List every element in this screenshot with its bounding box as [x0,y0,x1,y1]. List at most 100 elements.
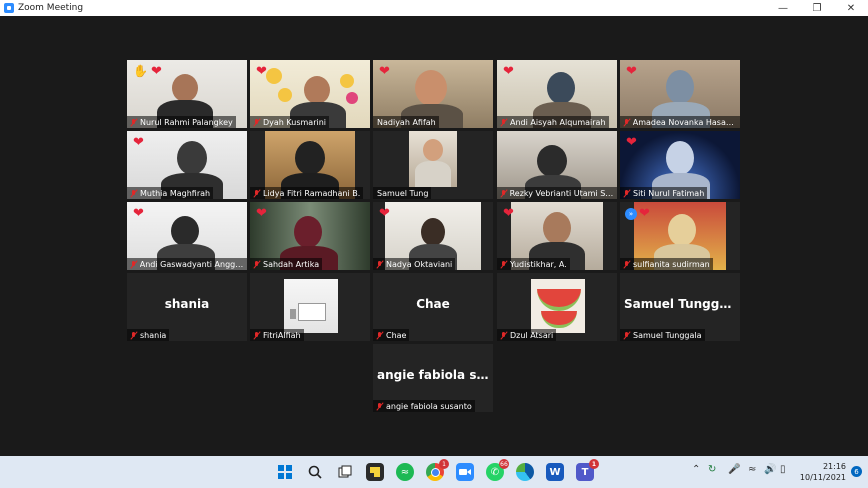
whatsapp-badge: 66 [499,459,509,469]
participant-name: Nadiyah Afifah [377,117,436,127]
participant-tile[interactable]: ✋ ❤ Nurul Rahmi Palangkey [127,60,247,128]
participant-name: Samuel Tunggala [633,330,702,340]
microphone-icon[interactable]: 🎤 [728,464,740,475]
participant-name: Samuel Tung [377,188,429,198]
participant-name: Yudistikhar, A. [510,259,567,269]
participant-namebar: Andi Aisyah Alqumairah [497,116,609,128]
heart-reaction-icon: ❤ [256,206,267,221]
muted-mic-icon [622,189,631,198]
participant-namebar: Sahdah Artika [250,258,323,270]
heart-reaction-icon: ❤ [503,64,514,79]
chrome-icon[interactable]: 1 [426,459,449,481]
word-icon[interactable]: W [546,463,564,481]
widgets-icon[interactable] [366,463,384,481]
participant-namebar: FitriAlfiah [250,329,304,341]
zoom-app-icon [4,3,14,13]
participant-tile[interactable]: ❤ Yudistikhar, A. [497,202,617,270]
participant-name: shania [140,330,167,340]
participant-tile[interactable]: angie fabiola su... angie fabiola susant… [373,344,493,412]
participant-name: Nadya Oktaviani [386,259,453,269]
close-button[interactable]: ✕ [834,0,868,16]
muted-mic-icon [622,260,631,269]
participant-namebar: Andi Gaswadyanti Angge... [127,258,247,270]
clock-date: 10/11/2021 [799,473,846,482]
participant-tile[interactable]: Dzul Atsari [497,273,617,341]
participant-namebar: Nurul Rahmi Palangkey [127,116,236,128]
participant-namebar: Nadya Oktaviani [373,258,456,270]
notification-center-badge[interactable]: 6 [851,466,862,477]
participant-display-name: Chae [416,297,450,311]
participant-tile[interactable]: Samuel Tung [373,131,493,199]
participant-tile[interactable]: Rezky Vebrianti Utami Sul... [497,131,617,199]
participant-namebar: shania [127,329,170,341]
participant-namebar: Rezky Vebrianti Utami Sul... [497,187,617,199]
participant-tile[interactable]: FitriAlfiah [250,273,370,341]
participant-namebar: Chae [373,329,410,341]
participant-tile[interactable]: Lidya Fitri Ramadhani B. [250,131,370,199]
participant-tile[interactable]: Chae Chae [373,273,493,341]
windows-taskbar: ≈ 1 ✆ 66 W T 1 ⌃ ↻ 🎤 ≈ 🔊 ▯ 21:16 10/11/2… [0,456,868,488]
participant-tile[interactable]: » ❤ sulfianita sudirman [620,202,740,270]
participant-namebar: Yudistikhar, A. [497,258,570,270]
active-speaker-tile[interactable]: ❤ Nadiyah Afifah [373,60,493,128]
whatsapp-icon[interactable]: ✆ 66 [486,459,509,481]
chevron-up-icon[interactable]: ⌃ [692,464,700,475]
participant-name: Rezky Vebrianti Utami Sul... [509,188,615,198]
muted-mic-icon [499,189,508,198]
participant-tile[interactable]: shania shania [127,273,247,341]
maximize-button[interactable]: ❐ [800,0,834,16]
participant-tile[interactable]: ❤ Amadea Novanka Hasanah [620,60,740,128]
participant-name: Nurul Rahmi Palangkey [140,117,233,127]
muted-mic-icon [252,118,261,127]
spotlight-icon: » [625,208,637,220]
participant-name: Sahdah Artika [263,259,320,269]
edge-icon[interactable] [516,463,534,481]
participant-tile[interactable]: ❤ Siti Nurul Fatimah [620,131,740,199]
participant-name: sulfianita sudirman [633,259,710,269]
participant-namebar: Siti Nurul Fatimah [620,187,708,199]
wifi-icon[interactable]: ≈ [748,464,756,475]
spotify-icon[interactable]: ≈ [396,463,414,481]
participant-tile[interactable]: Samuel Tunggala Samuel Tunggala [620,273,740,341]
participant-name: FitriAlfiah [263,330,301,340]
battery-icon[interactable]: ▯ [780,464,786,475]
heart-reaction-icon: ❤ [379,64,390,79]
muted-mic-icon [375,331,384,340]
participant-name: Dyah Kusmarini [263,117,326,127]
heart-reaction-icon: ❤ [256,64,267,79]
profile-picture [531,279,585,333]
participant-namebar: Muthia Maghfirah [127,187,214,199]
participant-namebar: Samuel Tung [373,187,432,199]
participant-namebar: Dyah Kusmarini [250,116,329,128]
system-clock[interactable]: 21:16 10/11/2021 [800,461,846,483]
participant-name: Andi Gaswadyanti Angge... [139,259,245,269]
muted-mic-icon [499,260,508,269]
participant-namebar: Amadea Novanka Hasanah [620,116,740,128]
sync-icon[interactable]: ↻ [708,464,716,475]
muted-mic-icon [622,331,631,340]
start-button[interactable] [276,463,294,481]
window-controls: — ❐ ✕ [766,0,868,16]
participant-tile[interactable]: ❤ Andi Aisyah Alqumairah [497,60,617,128]
participant-namebar: angie fabiola susanto [373,400,475,412]
muted-mic-icon [622,118,631,127]
teams-badge: 1 [589,459,599,469]
participant-tile[interactable]: ❤ Sahdah Artika [250,202,370,270]
zoom-taskbar-icon[interactable] [456,463,474,481]
heart-reaction-icon: ❤ [626,64,637,79]
muted-mic-icon [252,189,261,198]
teams-icon[interactable]: T 1 [576,459,599,481]
participant-tile[interactable]: ❤ Muthia Maghfirah [127,131,247,199]
minimize-button[interactable]: — [766,0,800,16]
heart-reaction-icon: ❤ [133,206,144,221]
heart-reaction-icon: ❤ [151,64,162,79]
search-icon[interactable] [306,463,324,481]
participant-tile[interactable]: ❤ Dyah Kusmarini [250,60,370,128]
participant-tile[interactable]: ❤ Andi Gaswadyanti Angge... [127,202,247,270]
participant-namebar: Dzul Atsari [497,329,557,341]
task-view-icon[interactable] [336,463,354,481]
participant-tile[interactable]: ❤ Nadya Oktaviani [373,202,493,270]
muted-mic-icon [252,331,261,340]
volume-icon[interactable]: 🔊 [764,464,776,475]
heart-reaction-icon: ❤ [379,206,390,221]
